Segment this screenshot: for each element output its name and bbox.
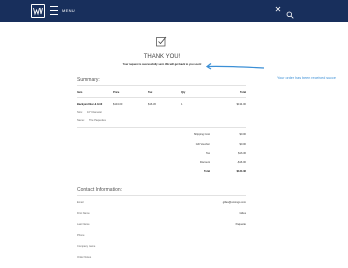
- search-icon[interactable]: [286, 6, 294, 19]
- column-header-qty: Qty: [181, 91, 186, 94]
- confirmation-message: Your request is successfully sent. We wi…: [122, 63, 202, 66]
- contact-last-name-value: Paquette: [235, 223, 246, 226]
- grand-total-label: Total: [203, 170, 210, 173]
- contact-email-value: gilles@uniongs.com: [222, 201, 246, 204]
- column-header-price: Price: [113, 91, 120, 94]
- summary-divider: [77, 85, 246, 86]
- close-icon[interactable]: ✕: [274, 5, 282, 15]
- order-item-qty: 1: [181, 103, 183, 106]
- items-divider: [77, 127, 246, 128]
- thank-you-title: THANK YOU!: [143, 54, 181, 60]
- totals-value: $0.00: [239, 133, 247, 136]
- order-item-name: Backyard Bar & Grill: [77, 103, 103, 106]
- summary-title: Summary:: [77, 77, 100, 83]
- contact-divider: [77, 195, 246, 196]
- totals-label: Tax: [205, 152, 210, 155]
- top-navigation-bar: MENU ✕: [0, 0, 348, 22]
- item-option-value: 10" Diameter: [87, 111, 103, 114]
- logo-mark-icon: [33, 7, 43, 16]
- column-header-item: Item: [77, 91, 83, 94]
- column-header-tax: Tax: [148, 91, 153, 94]
- contact-field-label: Last Name: [77, 223, 90, 226]
- contact-first-name-value: Gilles: [239, 212, 247, 215]
- contact-field-label: Phone: [77, 234, 85, 237]
- totals-label: Gift Voucher: [195, 143, 210, 146]
- totals-label: Shipping Cost: [193, 133, 210, 136]
- item-option-value: The Paquettes: [89, 119, 106, 122]
- brand-logo[interactable]: [31, 4, 45, 18]
- contact-field-label: Order Notes: [77, 256, 92, 259]
- hamburger-menu-icon[interactable]: [50, 6, 58, 15]
- totals-value: -$16.00: [237, 161, 246, 164]
- annotation-text: Your order has been received succe: [277, 76, 336, 80]
- totals-value: $16.36: [238, 152, 246, 155]
- column-header-total: Total: [239, 91, 246, 94]
- contact-title: Contact Information:: [77, 187, 123, 193]
- checkbox-checked-icon: [156, 34, 167, 47]
- contact-field-label: Email: [77, 201, 84, 204]
- item-option-label: Name:: [77, 119, 85, 122]
- table-header-divider: [77, 97, 246, 98]
- contact-field-label: Company name: [77, 245, 96, 248]
- item-option-label: Size:: [77, 111, 83, 114]
- order-item-tax: $16.36: [148, 103, 156, 106]
- grand-total-value: $134.36: [236, 170, 246, 173]
- menu-label[interactable]: MENU: [62, 8, 75, 13]
- contact-field-label: First Name: [77, 212, 90, 215]
- totals-value: $0.00: [239, 143, 247, 146]
- order-item-price: $134.00: [113, 103, 123, 106]
- annotation-arrow-icon: [205, 63, 265, 70]
- totals-label: Discount: [199, 161, 210, 164]
- order-item-total: $134.00: [236, 103, 246, 106]
